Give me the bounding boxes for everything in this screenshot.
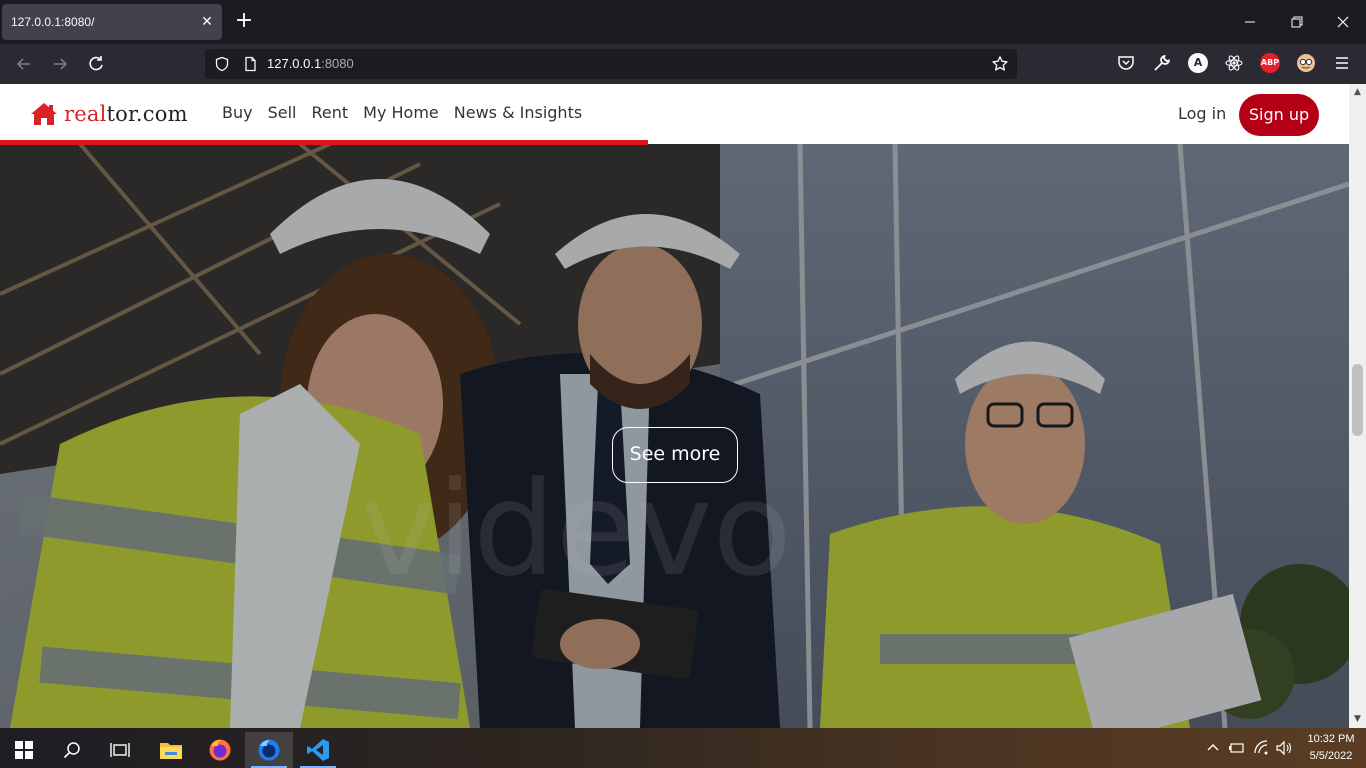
- menu-icon[interactable]: [1332, 53, 1352, 73]
- avatar-icon[interactable]: [1296, 53, 1316, 73]
- scroll-progress-fill: [0, 140, 648, 145]
- address-bar[interactable]: 127.0.0.1:8080: [205, 49, 1017, 79]
- site-header: realtor.com Buy Sell Rent My Home News &…: [0, 84, 1349, 145]
- system-clock[interactable]: 10:32 PM 5/5/2022: [1300, 731, 1362, 765]
- restore-icon[interactable]: [1287, 12, 1307, 32]
- scroll-down-icon[interactable]: ▼: [1352, 714, 1363, 724]
- logo-text-red: real: [64, 102, 107, 126]
- browser-toolbar: 127.0.0.1:8080 A ABP: [0, 44, 1366, 84]
- close-window-icon[interactable]: [1333, 12, 1353, 32]
- adblock-label: ABP: [1260, 58, 1280, 67]
- a-icon[interactable]: A: [1188, 53, 1208, 73]
- page-scrollbar[interactable]: ▲ ▼: [1349, 84, 1366, 728]
- task-view-icon[interactable]: [96, 732, 144, 768]
- page-icon[interactable]: [242, 56, 258, 72]
- firefox-icon[interactable]: [196, 732, 244, 768]
- logo-text: realtor.com: [64, 102, 188, 126]
- back-icon[interactable]: [13, 53, 35, 75]
- a-label: A: [1193, 56, 1203, 69]
- main-nav: Buy Sell Rent My Home News & Insights: [222, 103, 582, 122]
- shield-icon[interactable]: [214, 56, 230, 72]
- nav-link-my-home[interactable]: My Home: [363, 103, 439, 122]
- forward-icon[interactable]: [49, 53, 71, 75]
- wrench-icon[interactable]: [1152, 53, 1172, 73]
- clock-time: 10:32 PM: [1307, 733, 1355, 745]
- tab-close-icon[interactable]: ✕: [198, 13, 216, 31]
- nav-link-news-insights[interactable]: News & Insights: [454, 103, 582, 122]
- nav-link-buy[interactable]: Buy: [222, 103, 253, 122]
- adblock-icon[interactable]: ABP: [1260, 53, 1280, 73]
- new-tab-icon[interactable]: +: [232, 10, 256, 34]
- nav-link-sell[interactable]: Sell: [268, 103, 297, 122]
- web-page: videvo See more realtor.com Buy Sell Ren…: [0, 84, 1349, 728]
- start-icon[interactable]: [0, 732, 48, 768]
- search-icon[interactable]: [48, 732, 96, 768]
- scroll-thumb[interactable]: [1352, 364, 1363, 436]
- react-icon[interactable]: [1224, 53, 1244, 73]
- signup-button[interactable]: Sign up: [1239, 94, 1319, 136]
- nav-link-rent[interactable]: Rent: [311, 103, 348, 122]
- see-more-button[interactable]: See more: [612, 427, 738, 483]
- file-explorer-icon[interactable]: [147, 732, 195, 768]
- logo-text-dark: tor.com: [106, 102, 188, 126]
- clock-date: 5/5/2022: [1309, 750, 1353, 762]
- realtor-logo[interactable]: realtor.com: [30, 99, 188, 129]
- vscode-icon[interactable]: [294, 732, 342, 768]
- login-link[interactable]: Log in: [1178, 104, 1226, 123]
- house-icon: [31, 103, 57, 125]
- scroll-progress-bar: [0, 140, 1349, 145]
- firefox-dev-icon[interactable]: [245, 732, 293, 768]
- battery-icon[interactable]: [1228, 739, 1246, 757]
- minimize-icon[interactable]: [1240, 12, 1260, 32]
- volume-icon[interactable]: [1275, 739, 1293, 757]
- tab-title: 127.0.0.1:8080/: [11, 15, 95, 29]
- chevron-up-icon[interactable]: [1204, 739, 1222, 757]
- url-text[interactable]: 127.0.0.1:8080: [267, 56, 354, 71]
- browser-tab[interactable]: 127.0.0.1:8080/ ✕: [2, 4, 222, 40]
- pocket-icon[interactable]: [1116, 53, 1136, 73]
- url-host: 127.0.0.1: [267, 56, 322, 71]
- reload-icon[interactable]: [85, 53, 107, 75]
- bookmark-star-icon[interactable]: [991, 55, 1009, 73]
- wifi-icon[interactable]: [1252, 739, 1270, 757]
- scroll-up-icon[interactable]: ▲: [1352, 87, 1363, 97]
- tab-strip: 127.0.0.1:8080/ ✕ +: [0, 0, 1366, 44]
- windows-taskbar: [0, 728, 1366, 768]
- url-port: :8080: [321, 56, 354, 71]
